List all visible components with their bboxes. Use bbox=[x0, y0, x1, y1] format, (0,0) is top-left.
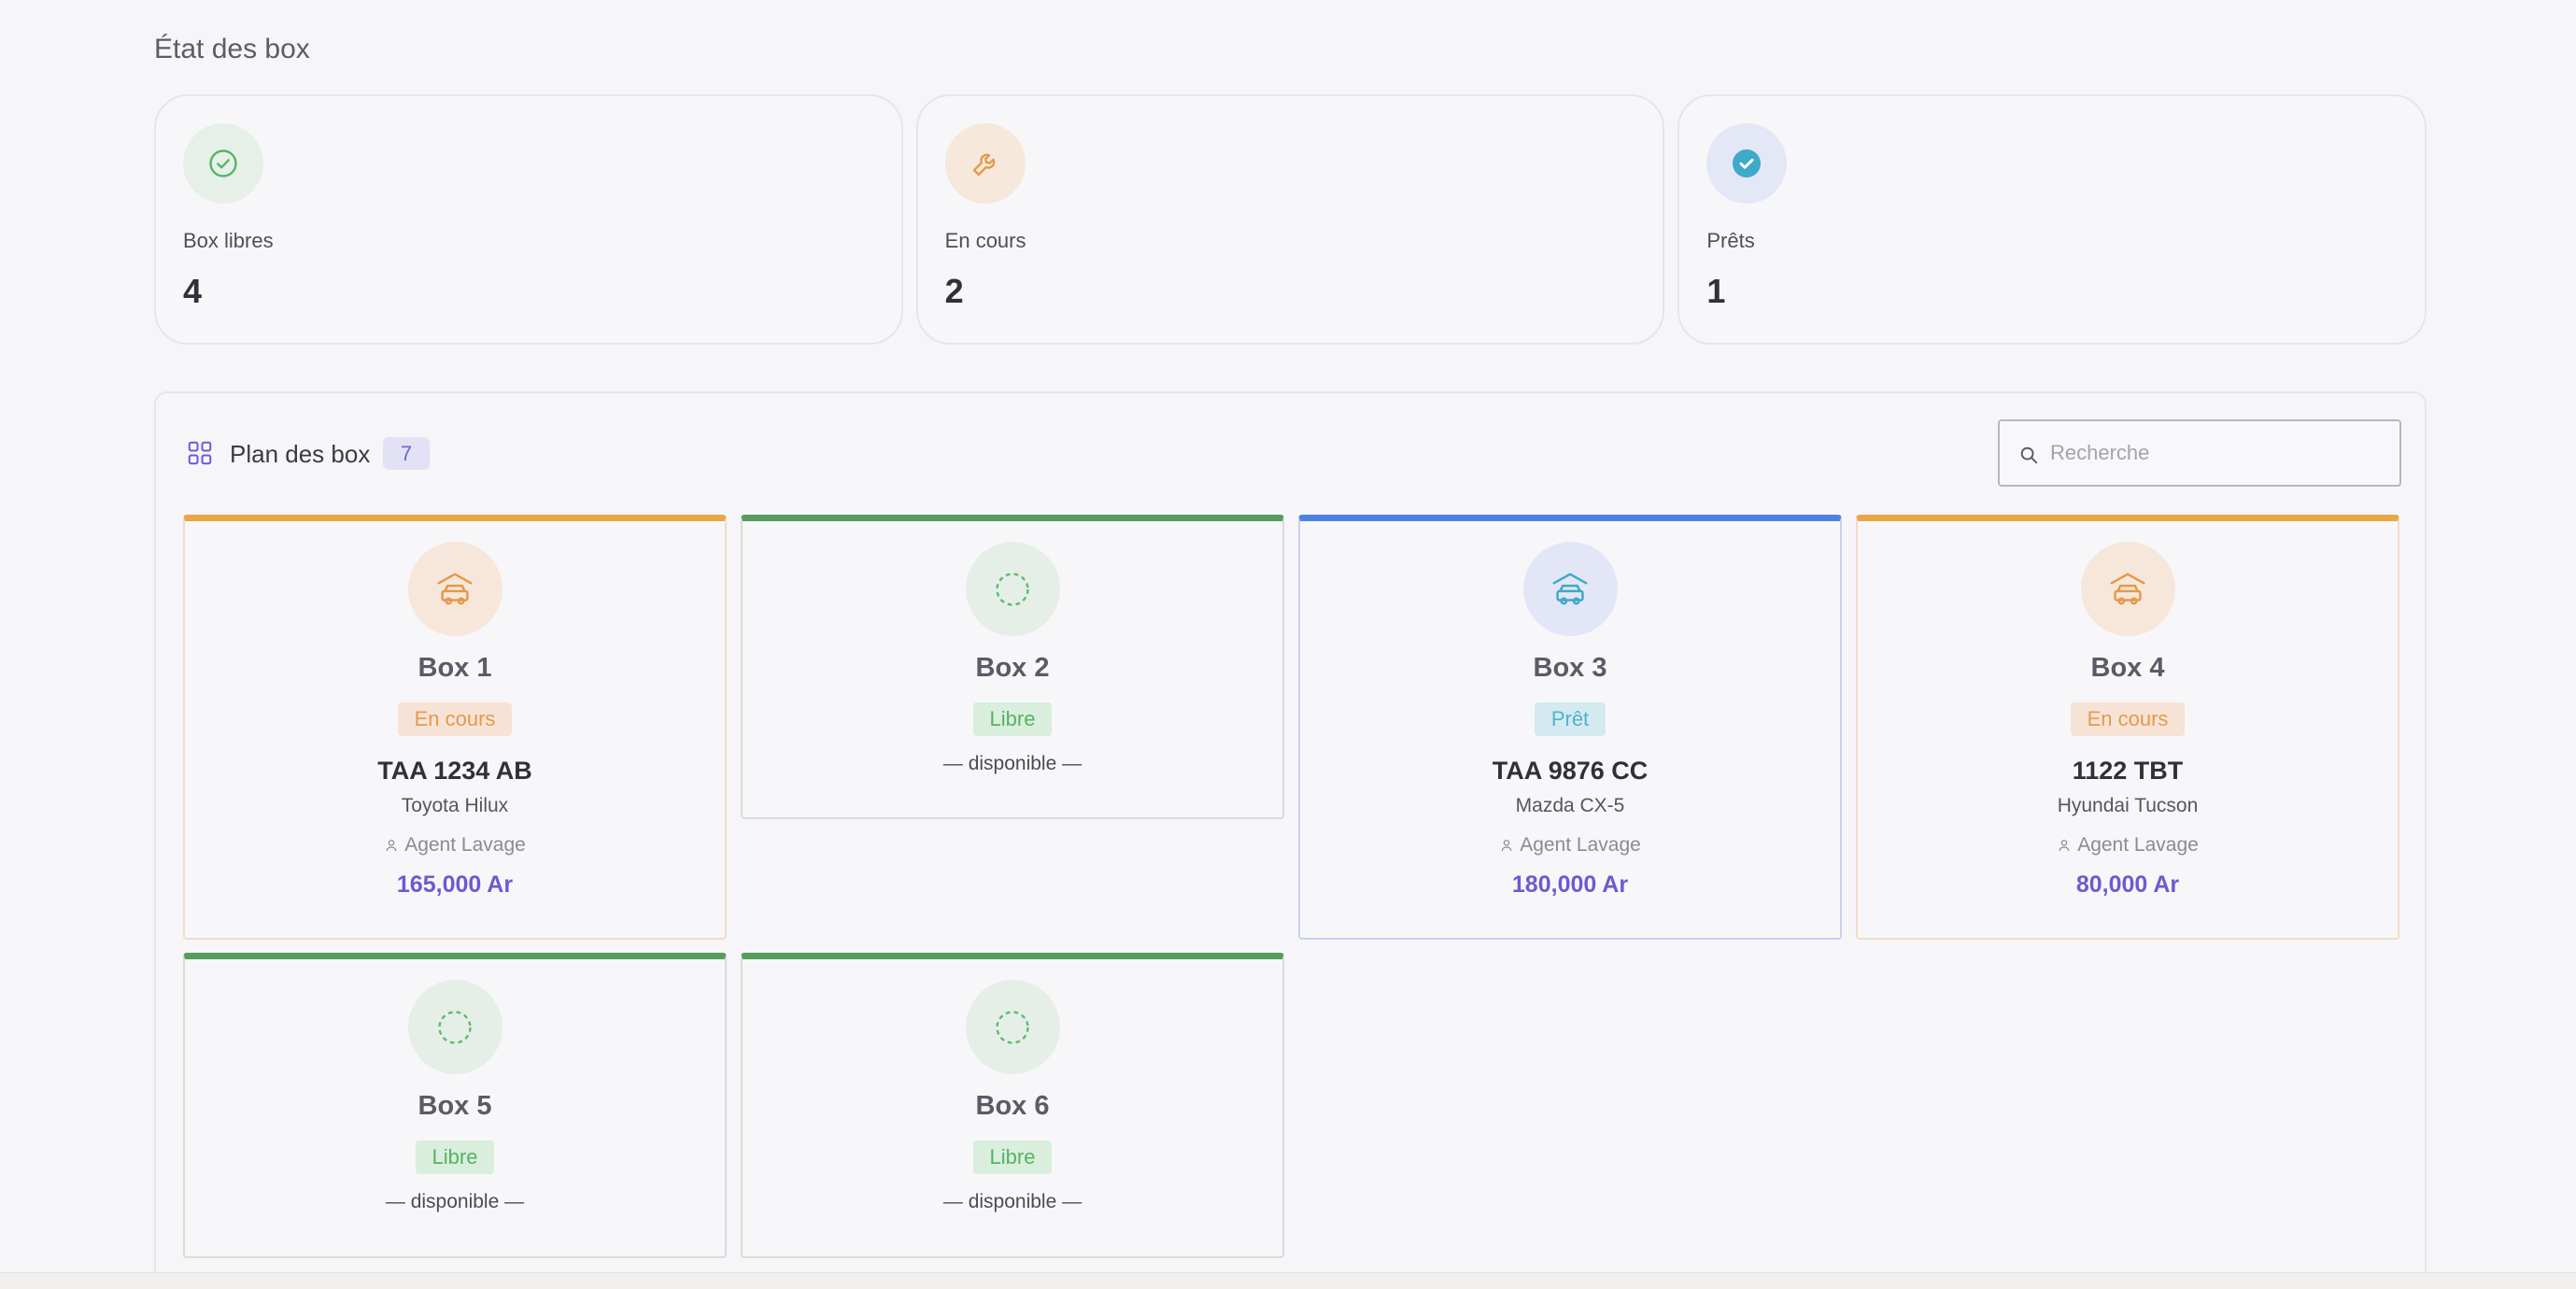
box-name: Box 4 bbox=[2090, 653, 2165, 683]
box-name: Box 6 bbox=[975, 1091, 1050, 1121]
status-badge: Prêt bbox=[1534, 702, 1606, 736]
stat-card-prets: Prêts 1 bbox=[1677, 94, 2427, 345]
stat-card-box-libres: Box libres 4 bbox=[154, 94, 903, 345]
user-icon bbox=[1501, 840, 1512, 852]
empty-circle-icon bbox=[965, 980, 1060, 1074]
box-card-1[interactable]: Box 1 En cours TAA 1234 AB Toyota Hilux … bbox=[183, 515, 727, 940]
grid-icon bbox=[186, 439, 214, 472]
page-title: État des box bbox=[154, 34, 310, 64]
stat-value: 4 bbox=[183, 272, 203, 310]
vehicle-model: Hyundai Tucson bbox=[2057, 795, 2199, 816]
box-card-3[interactable]: Box 3 Prêt TAA 9876 CC Mazda CX-5 Agent … bbox=[1298, 515, 1842, 940]
search-input[interactable] bbox=[2050, 421, 2386, 485]
user-icon bbox=[386, 840, 397, 852]
search-box bbox=[1998, 419, 2401, 487]
status-badge: Libre bbox=[972, 1140, 1053, 1174]
status-badge: Libre bbox=[972, 702, 1053, 736]
check-badge-icon bbox=[1706, 123, 1788, 204]
vehicle-plate: 1122 TBT bbox=[2072, 757, 2184, 785]
check-circle-icon bbox=[183, 123, 263, 204]
stat-value: 1 bbox=[1706, 272, 1726, 310]
price: 180,000 Ar bbox=[1511, 871, 1629, 898]
vehicle-plate: TAA 1234 AB bbox=[377, 757, 532, 785]
vehicle-plate: TAA 9876 CC bbox=[1492, 757, 1649, 785]
price: 165,000 Ar bbox=[396, 871, 514, 898]
stat-card-en-cours: En cours 2 bbox=[915, 94, 1665, 345]
stat-label: En cours bbox=[944, 229, 1026, 252]
vehicle-model: Toyota Hilux bbox=[401, 795, 509, 816]
stat-label: Box libres bbox=[183, 229, 274, 252]
box-card-5[interactable]: Box 5 Libre — disponible — bbox=[183, 953, 727, 1258]
agent: Agent Lavage bbox=[185, 834, 725, 857]
agent: Agent Lavage bbox=[1858, 834, 2398, 857]
status-badge: En cours bbox=[397, 702, 513, 736]
price: 80,000 Ar bbox=[2075, 871, 2180, 898]
agent-name: Agent Lavage bbox=[1520, 834, 1641, 856]
stat-label: Prêts bbox=[1706, 229, 1755, 252]
vehicle-model: Mazda CX-5 bbox=[1515, 795, 1625, 816]
car-garage-icon bbox=[407, 542, 502, 636]
user-icon bbox=[2059, 840, 2070, 852]
stats-row: Box libres 4 En cours 2 Prêts 1 bbox=[154, 94, 2427, 345]
count-badge: 7 bbox=[383, 437, 430, 470]
box-card-6[interactable]: Box 6 Libre — disponible — bbox=[741, 953, 1284, 1258]
box-card-4[interactable]: Box 4 En cours 1122 TBT Hyundai Tucson A… bbox=[1856, 515, 2399, 940]
availability-text: — disponible — bbox=[942, 1191, 1083, 1212]
box-name: Box 5 bbox=[418, 1091, 492, 1121]
box-card-2[interactable]: Box 2 Libre — disponible — bbox=[741, 515, 1284, 819]
agent-name: Agent Lavage bbox=[404, 834, 526, 856]
availability-text: — disponible — bbox=[942, 753, 1083, 774]
box-name: Box 2 bbox=[975, 653, 1050, 683]
car-garage-icon bbox=[2080, 542, 2175, 636]
box-plan-panel: Plan des box 7 Box 1 En cours TAA 1234 A… bbox=[154, 391, 2427, 1289]
empty-circle-icon bbox=[407, 980, 502, 1074]
status-badge: En cours bbox=[2070, 702, 2186, 736]
stat-value: 2 bbox=[944, 272, 964, 310]
availability-text: — disponible — bbox=[385, 1191, 525, 1212]
search-icon bbox=[2020, 446, 2038, 464]
footer-strip bbox=[0, 1272, 2576, 1289]
agent: Agent Lavage bbox=[1300, 834, 1840, 857]
box-name: Box 1 bbox=[418, 653, 492, 683]
empty-circle-icon bbox=[965, 542, 1060, 636]
wrench-icon bbox=[944, 123, 1026, 204]
car-garage-icon bbox=[1522, 542, 1618, 636]
status-badge: Libre bbox=[415, 1140, 495, 1174]
panel-title: Plan des box bbox=[230, 440, 371, 468]
agent-name: Agent Lavage bbox=[2077, 834, 2199, 856]
box-name: Box 3 bbox=[1533, 653, 1607, 683]
